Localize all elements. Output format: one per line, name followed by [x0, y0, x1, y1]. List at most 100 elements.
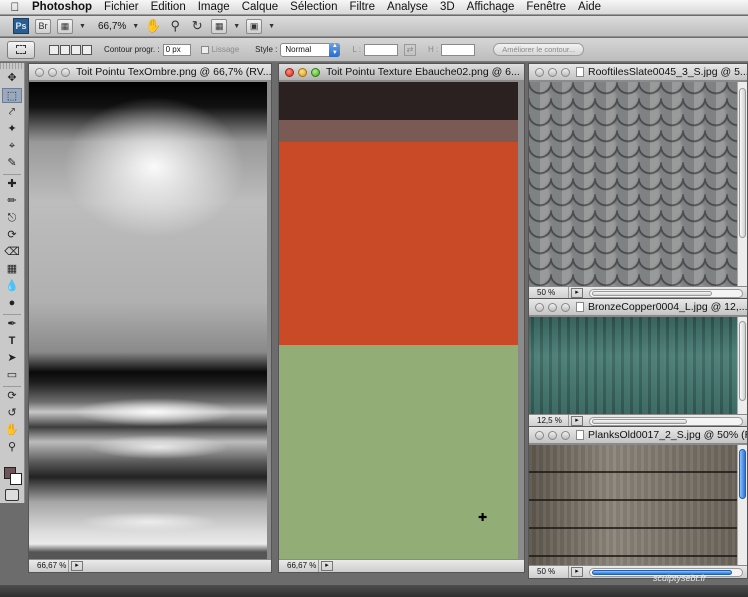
menu-filtre[interactable]: Filtre: [343, 0, 381, 15]
zoom-tool-icon[interactable]: ⚲: [2, 440, 22, 455]
status-menu-icon[interactable]: ▸: [71, 561, 83, 571]
quick-mask-icon[interactable]: [5, 489, 19, 501]
shape-tool-icon[interactable]: ▭: [2, 368, 22, 383]
3d-orbit-tool-icon[interactable]: ↺: [2, 406, 22, 421]
feather-input[interactable]: 0 px: [162, 43, 191, 56]
pen-tool-icon[interactable]: ✒: [2, 317, 22, 332]
texture-canvas[interactable]: [279, 82, 518, 559]
close-icon[interactable]: [535, 430, 544, 440]
planks-texture-canvas[interactable]: [529, 445, 737, 565]
status-menu-icon[interactable]: ▸: [571, 288, 583, 298]
history-brush-tool-icon[interactable]: ⟳: [2, 228, 22, 243]
tools-panel-grip[interactable]: [0, 63, 24, 69]
minimize-icon[interactable]: [548, 67, 557, 77]
zoom-window-icon[interactable]: [61, 67, 70, 77]
lasso-tool-icon[interactable]: ⤤: [2, 105, 22, 120]
bridge-launch-icon[interactable]: Br: [35, 18, 51, 34]
arrange-chevron-icon[interactable]: ▼: [233, 23, 240, 30]
menu-app-name[interactable]: Photoshop: [30, 0, 98, 15]
minimize-icon[interactable]: [48, 67, 57, 77]
menu-aide[interactable]: Aide: [572, 0, 607, 15]
copper-texture-canvas[interactable]: [529, 317, 737, 414]
vertical-scrollbar[interactable]: [737, 445, 747, 565]
menu-edition[interactable]: Edition: [145, 0, 192, 15]
new-selection-icon[interactable]: [49, 44, 59, 55]
shadow-texture-canvas[interactable]: [29, 82, 267, 559]
minimize-icon[interactable]: [548, 302, 557, 312]
scroll-thumb[interactable]: [592, 290, 712, 296]
close-icon[interactable]: [35, 67, 44, 77]
menu-fichier[interactable]: Fichier: [98, 0, 145, 15]
menu-image[interactable]: Image: [192, 0, 236, 15]
document-titlebar[interactable]: BronzeCopper0004_L.jpg @ 12,...: [529, 299, 747, 316]
add-selection-icon[interactable]: [60, 44, 70, 55]
view-extras-icon[interactable]: ▦: [57, 18, 73, 34]
zoom-chevron-icon[interactable]: ▼: [132, 23, 139, 30]
close-icon[interactable]: [535, 302, 544, 312]
subtract-selection-icon[interactable]: [71, 44, 81, 55]
zoom-window-icon[interactable]: [561, 67, 570, 77]
clone-stamp-tool-icon[interactable]: ⎋: [2, 211, 22, 226]
marquee-tool-icon[interactable]: ⬚: [2, 88, 22, 103]
hand-tool-icon[interactable]: ✋: [145, 18, 161, 34]
document-titlebar[interactable]: PlanksOld0017_2_S.jpg @ 50% (R...: [529, 427, 747, 444]
scroll-thumb[interactable]: [592, 418, 687, 424]
menu-affichage[interactable]: Affichage: [461, 0, 521, 15]
tool-preset-picker[interactable]: [7, 40, 35, 59]
refine-edge-button[interactable]: Améliorer le contour...: [493, 43, 585, 56]
close-icon[interactable]: [285, 67, 294, 77]
close-icon[interactable]: [535, 67, 544, 77]
magic-wand-tool-icon[interactable]: ✦: [2, 122, 22, 137]
document-titlebar[interactable]: RooftilesSlate0045_3_S.jpg @ 5...: [529, 64, 747, 81]
minimize-icon[interactable]: [298, 67, 307, 77]
horizontal-scrollbar[interactable]: [589, 416, 743, 426]
document-titlebar[interactable]: Toit Pointu Texture Ebauche02.png @ 6...: [279, 64, 524, 81]
zoom-window-icon[interactable]: [311, 67, 320, 77]
move-tool-icon[interactable]: ✥: [2, 71, 22, 86]
menu-fenetre[interactable]: Fenêtre: [520, 0, 572, 15]
screen-mode-icon[interactable]: ▣: [246, 18, 263, 34]
crop-tool-icon[interactable]: ⌖: [2, 139, 22, 154]
apple-menu-icon[interactable]: : [0, 0, 30, 14]
width-input[interactable]: [364, 43, 399, 56]
zoom-window-icon[interactable]: [561, 430, 570, 440]
eraser-tool-icon[interactable]: ⌫: [2, 245, 22, 260]
arrange-documents-icon[interactable]: ▦: [211, 18, 228, 34]
hand-tool-icon[interactable]: ✋: [2, 423, 22, 438]
scroll-thumb[interactable]: [739, 449, 746, 499]
brush-tool-icon[interactable]: ✏: [2, 194, 22, 209]
rotate-view-icon[interactable]: ↻: [189, 18, 205, 34]
vertical-scrollbar[interactable]: [737, 82, 747, 286]
menu-selection[interactable]: Sélection: [284, 0, 343, 15]
blur-tool-icon[interactable]: 💧: [2, 279, 22, 294]
antialias-checkbox[interactable]: [200, 45, 209, 54]
gradient-tool-icon[interactable]: ▦: [2, 262, 22, 277]
menu-calque[interactable]: Calque: [236, 0, 284, 15]
status-menu-icon[interactable]: ▸: [571, 416, 583, 426]
scroll-thumb[interactable]: [739, 88, 746, 238]
slate-texture-canvas[interactable]: [529, 82, 737, 286]
zoom-window-icon[interactable]: [561, 302, 570, 312]
healing-brush-tool-icon[interactable]: ✚: [2, 177, 22, 192]
status-menu-icon[interactable]: ▸: [571, 567, 583, 577]
minimize-icon[interactable]: [548, 430, 557, 440]
document-titlebar[interactable]: Toit Pointu TexOmbre.png @ 66,7% (RV...: [29, 64, 271, 81]
status-menu-icon[interactable]: ▸: [321, 561, 333, 571]
zoom-level-dropdown[interactable]: 66,7%: [98, 21, 126, 32]
menu-analyse[interactable]: Analyse: [381, 0, 434, 15]
dodge-tool-icon[interactable]: ●: [2, 296, 22, 311]
style-select[interactable]: Normal ▲ ▼: [280, 42, 341, 57]
horizontal-scrollbar[interactable]: [589, 288, 743, 298]
zoom-tool-icon[interactable]: ⚲: [167, 18, 183, 34]
swap-dimensions-icon[interactable]: ⇄: [404, 43, 417, 56]
height-input[interactable]: [441, 43, 476, 56]
type-tool-icon[interactable]: T: [2, 334, 22, 349]
vertical-scrollbar[interactable]: [737, 317, 747, 414]
document-zoom-field[interactable]: 66,67 %: [29, 560, 69, 572]
background-color-swatch[interactable]: [10, 473, 22, 485]
intersect-selection-icon[interactable]: [82, 44, 92, 55]
scroll-thumb[interactable]: [739, 321, 746, 401]
path-selection-tool-icon[interactable]: ➤: [2, 351, 22, 366]
eyedropper-tool-icon[interactable]: ✎: [2, 156, 22, 171]
document-zoom-field[interactable]: 50 %: [529, 566, 569, 578]
